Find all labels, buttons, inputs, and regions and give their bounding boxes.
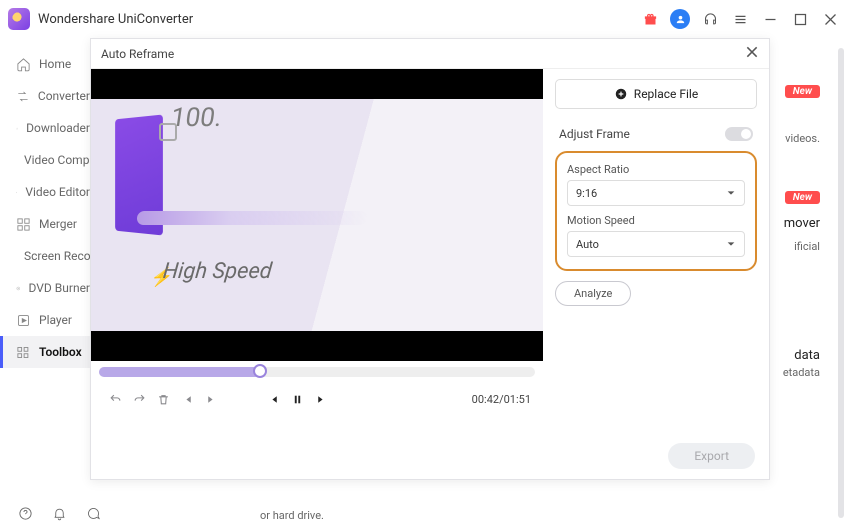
chevron-down-icon [726, 239, 736, 249]
sidebar-item-player[interactable]: Player [0, 304, 90, 336]
highlight-box: Aspect Ratio 9:16 Motion Speed Auto [555, 151, 757, 271]
new-badge: New [785, 191, 820, 204]
preview-text: High Speed [162, 259, 274, 284]
headset-icon[interactable] [700, 9, 720, 29]
sidebar-item-merger[interactable]: Merger [0, 208, 90, 240]
sidebar-item-converter[interactable]: Converter [0, 80, 90, 112]
titlebar: Wondershare UniConverter [0, 0, 850, 38]
undo-icon[interactable] [103, 387, 127, 411]
preview-text: 100. [169, 103, 224, 133]
aspect-value: 9:16 [576, 187, 597, 200]
video-preview[interactable]: 100. ⚡ High Speed [91, 69, 543, 361]
settings-panel: Replace File Adjust Frame Aspect Ratio 9… [543, 69, 769, 479]
close-icon[interactable] [745, 45, 759, 62]
chevron-down-icon [726, 188, 736, 198]
account-avatar[interactable] [670, 9, 690, 29]
sidebar-item-label: Merger [39, 217, 77, 231]
replace-file-button[interactable]: Replace File [555, 79, 757, 109]
timeline-slider[interactable] [99, 367, 535, 377]
prev-icon[interactable] [261, 387, 285, 411]
app-title: Wondershare UniConverter [38, 12, 193, 27]
sidebar-item-toolbox[interactable]: Toolbox [0, 336, 90, 368]
bg-text: ificial [794, 240, 820, 253]
sidebar-item-editor[interactable]: Video Editor [0, 176, 90, 208]
adjust-frame-toggle[interactable] [725, 127, 753, 141]
bg-text: mover [784, 216, 820, 231]
bell-icon[interactable] [50, 504, 68, 522]
sidebar-item-downloader[interactable]: Downloader [0, 112, 90, 144]
replace-label: Replace File [634, 87, 698, 101]
adjust-frame-row: Adjust Frame [559, 127, 753, 141]
bg-text: data [794, 348, 820, 363]
window-minimize[interactable] [760, 9, 780, 29]
motion-value: Auto [576, 238, 599, 251]
auto-reframe-dialog: Auto Reframe 100. ⚡ High Speed [90, 38, 770, 480]
sidebar-item-label: Downloader [26, 121, 90, 135]
playback-time: 00:42/01:51 [472, 393, 531, 406]
motion-label: Motion Speed [567, 214, 745, 227]
sidebar-item-compressor[interactable]: Video Compressor [0, 144, 90, 176]
bg-text: or hard drive. [260, 509, 324, 522]
aspect-label: Aspect Ratio [567, 163, 745, 176]
sidebar-item-label: Player [39, 313, 72, 327]
new-badge: New [785, 85, 820, 98]
next-icon[interactable] [309, 387, 333, 411]
preview-pane: 100. ⚡ High Speed [91, 69, 543, 479]
delete-icon[interactable] [151, 387, 175, 411]
bg-text: etadata [783, 366, 820, 379]
app-logo [8, 8, 30, 30]
window-maximize[interactable] [790, 9, 810, 29]
main-area: New videos. New mover ificial data etada… [90, 38, 850, 528]
analyze-label: Analyze [574, 287, 612, 300]
sidebar-item-label: Home [39, 57, 71, 71]
redo-icon[interactable] [127, 387, 151, 411]
export-label: Export [694, 449, 729, 463]
frame-fwd-icon[interactable] [199, 387, 223, 411]
scrollbar[interactable] [838, 48, 844, 518]
pause-icon[interactable] [285, 387, 309, 411]
gift-icon[interactable] [640, 9, 660, 29]
playback-controls: 00:42/01:51 [91, 383, 543, 411]
bg-text: videos. [785, 132, 820, 145]
aspect-ratio-select[interactable]: 9:16 [567, 180, 745, 206]
help-icon[interactable] [16, 504, 34, 522]
motion-speed-select[interactable]: Auto [567, 231, 745, 257]
sidebar: Home Converter Downloader Video Compress… [0, 38, 90, 528]
window-close[interactable] [820, 9, 840, 29]
dialog-title: Auto Reframe [101, 47, 174, 61]
sidebar-item-label: Converter [38, 89, 90, 103]
analyze-button[interactable]: Analyze [555, 281, 631, 306]
sidebar-item-dvd[interactable]: DVD Burner [0, 272, 90, 304]
sidebar-item-label: DVD Burner [29, 281, 90, 295]
dialog-header: Auto Reframe [91, 39, 769, 69]
sidebar-item-recorder[interactable]: Screen Recorder [0, 240, 90, 272]
frame-back-icon[interactable] [175, 387, 199, 411]
sidebar-item-label: Video Editor [25, 185, 90, 199]
sidebar-item-home[interactable]: Home [0, 48, 90, 80]
export-button[interactable]: Export [668, 443, 755, 469]
sidebar-item-label: Toolbox [39, 345, 82, 359]
menu-icon[interactable] [730, 9, 750, 29]
adjust-label: Adjust Frame [559, 127, 630, 141]
